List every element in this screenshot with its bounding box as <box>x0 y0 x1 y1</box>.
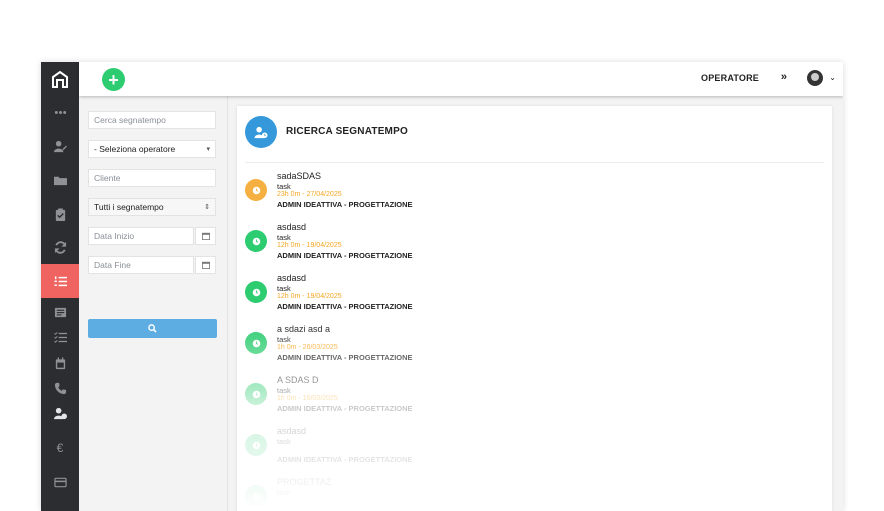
entry-client: ADMIN IDEATTIVA - PROGETTAZIONE <box>277 251 413 260</box>
filter-panel: Cerca segnatempo - Seleziona operatore ▾… <box>79 96 228 511</box>
list-item[interactable]: PROGETTAZ task <box>245 477 745 511</box>
list-item[interactable]: asdasd task ADMIN IDEATTIVA - PROGETTAZION… <box>245 426 745 472</box>
entry-type: task <box>277 182 291 191</box>
clipboard-check-icon[interactable] <box>41 198 79 230</box>
plus-icon: + <box>108 69 119 90</box>
entry-type: task <box>277 386 291 395</box>
entry-type: task <box>277 437 291 446</box>
divider <box>245 162 824 163</box>
list-item[interactable]: asdasd task 12h 0m - 19/04/2025 ADMIN IDEAT… <box>245 222 745 268</box>
entry-type: task <box>277 335 291 344</box>
clock-icon <box>245 281 267 303</box>
search-button[interactable] <box>88 319 217 338</box>
operator-select-value: - Seleziona operatore <box>94 144 176 154</box>
entry-time: 1h 0m - 16/03/2025 <box>277 395 338 402</box>
sidebar: € <box>41 62 79 511</box>
entry-name: A SDAS D <box>277 375 319 385</box>
calendar-icon[interactable] <box>195 256 216 274</box>
avatar[interactable] <box>807 70 823 86</box>
user-clock-icon <box>245 116 277 148</box>
date-end-input[interactable]: Data Fine <box>88 256 194 274</box>
date-start-input[interactable]: Data Inizio <box>88 227 194 245</box>
results-card: RICERCA SEGNATEMPO sadaSDAS task 23h 0m - … <box>237 106 832 511</box>
entry-client: ADMIN IDEATTIVA - PROGETTAZIONE <box>277 302 413 311</box>
logo-icon[interactable] <box>51 71 69 89</box>
entry-name: a sdazi asd a <box>277 324 331 334</box>
entry-time: 23h 0m - 27/04/2025 <box>277 191 342 198</box>
user-edit-icon[interactable] <box>41 130 79 162</box>
entry-name: PROGETTAZ <box>277 477 332 487</box>
add-button[interactable]: + <box>102 68 125 91</box>
clock-icon <box>245 434 267 456</box>
list-item[interactable]: sadaSDAS task 23h 0m - 27/04/2025 ADMIN IDE… <box>245 171 745 217</box>
entry-client: ADMIN IDEATTIVA - PROGETTAZIONE <box>277 200 413 209</box>
list-item[interactable]: asdasd task 12h 0m - 19/04/2025 ADMIN IDEAT… <box>245 273 745 319</box>
page-title: RICERCA SEGNATEMPO <box>286 126 408 137</box>
entry-type: task <box>277 284 291 293</box>
top-bar: + OPERATORE » ⌄ <box>79 62 843 96</box>
euro-icon[interactable]: € <box>41 432 79 464</box>
entry-client: ADMIN IDEATTIVA - PROGETTAZIONE <box>277 455 413 464</box>
credit-card-icon[interactable] <box>41 466 79 498</box>
type-select-value: Tutti i segnatempo <box>94 202 164 212</box>
entry-client: ADMIN IDEATTIVA - PROGETTAZIONE <box>277 404 413 413</box>
calendar-icon[interactable] <box>195 227 216 245</box>
list-item[interactable]: A SDAS Dtask 1h 0m - 16/03/2025 ADMIN IDEA… <box>245 375 745 421</box>
sync-icon[interactable] <box>41 231 79 263</box>
more-icon[interactable] <box>41 96 79 128</box>
list-item[interactable]: a sdazi asd a task 1h 0m - 26/03/2025 ADMIN… <box>245 324 745 370</box>
clock-icon <box>245 179 267 201</box>
entry-time: 12h 0m - 19/04/2025 <box>277 293 342 300</box>
search-icon <box>148 324 157 333</box>
clock-icon <box>245 383 267 405</box>
entry-time: 1h 0m - 26/03/2025 <box>277 344 338 351</box>
list-ordered-icon[interactable] <box>41 264 79 298</box>
entry-type: task <box>277 233 291 242</box>
entry-name: asdasd <box>277 273 307 283</box>
entry-name: asdasd <box>277 426 307 436</box>
entry-time: 12h 0m - 19/04/2025 <box>277 242 342 249</box>
user-clock-icon[interactable] <box>41 397 79 429</box>
clock-icon <box>245 332 267 354</box>
entry-type: task <box>277 488 291 497</box>
operator-select[interactable]: - Seleziona operatore ▾ <box>88 140 216 158</box>
clock-icon <box>245 230 267 252</box>
double-chevron-right-icon[interactable]: » <box>781 71 787 83</box>
entry-client: ADMIN IDEATTIVA - PROGETTAZIONE <box>277 353 413 362</box>
type-select[interactable]: Tutti i segnatempo ⇕ <box>88 198 216 216</box>
entry-name: sadaSDAS <box>277 171 322 181</box>
chevron-down-icon[interactable]: ⌄ <box>829 73 836 82</box>
clock-icon <box>245 485 267 507</box>
operator-label[interactable]: OPERATORE <box>701 73 759 83</box>
app-window: € + OPERATORE » ⌄ Cerca segnatempo - Sel… <box>41 62 843 511</box>
caret-down-icon: ▾ <box>206 146 210 153</box>
folder-icon[interactable] <box>41 164 79 196</box>
client-input[interactable]: Cliente <box>88 169 216 187</box>
entry-name: asdasd <box>277 222 307 232</box>
sort-icon: ⇕ <box>204 204 210 211</box>
search-input[interactable]: Cerca segnatempo <box>88 111 216 129</box>
